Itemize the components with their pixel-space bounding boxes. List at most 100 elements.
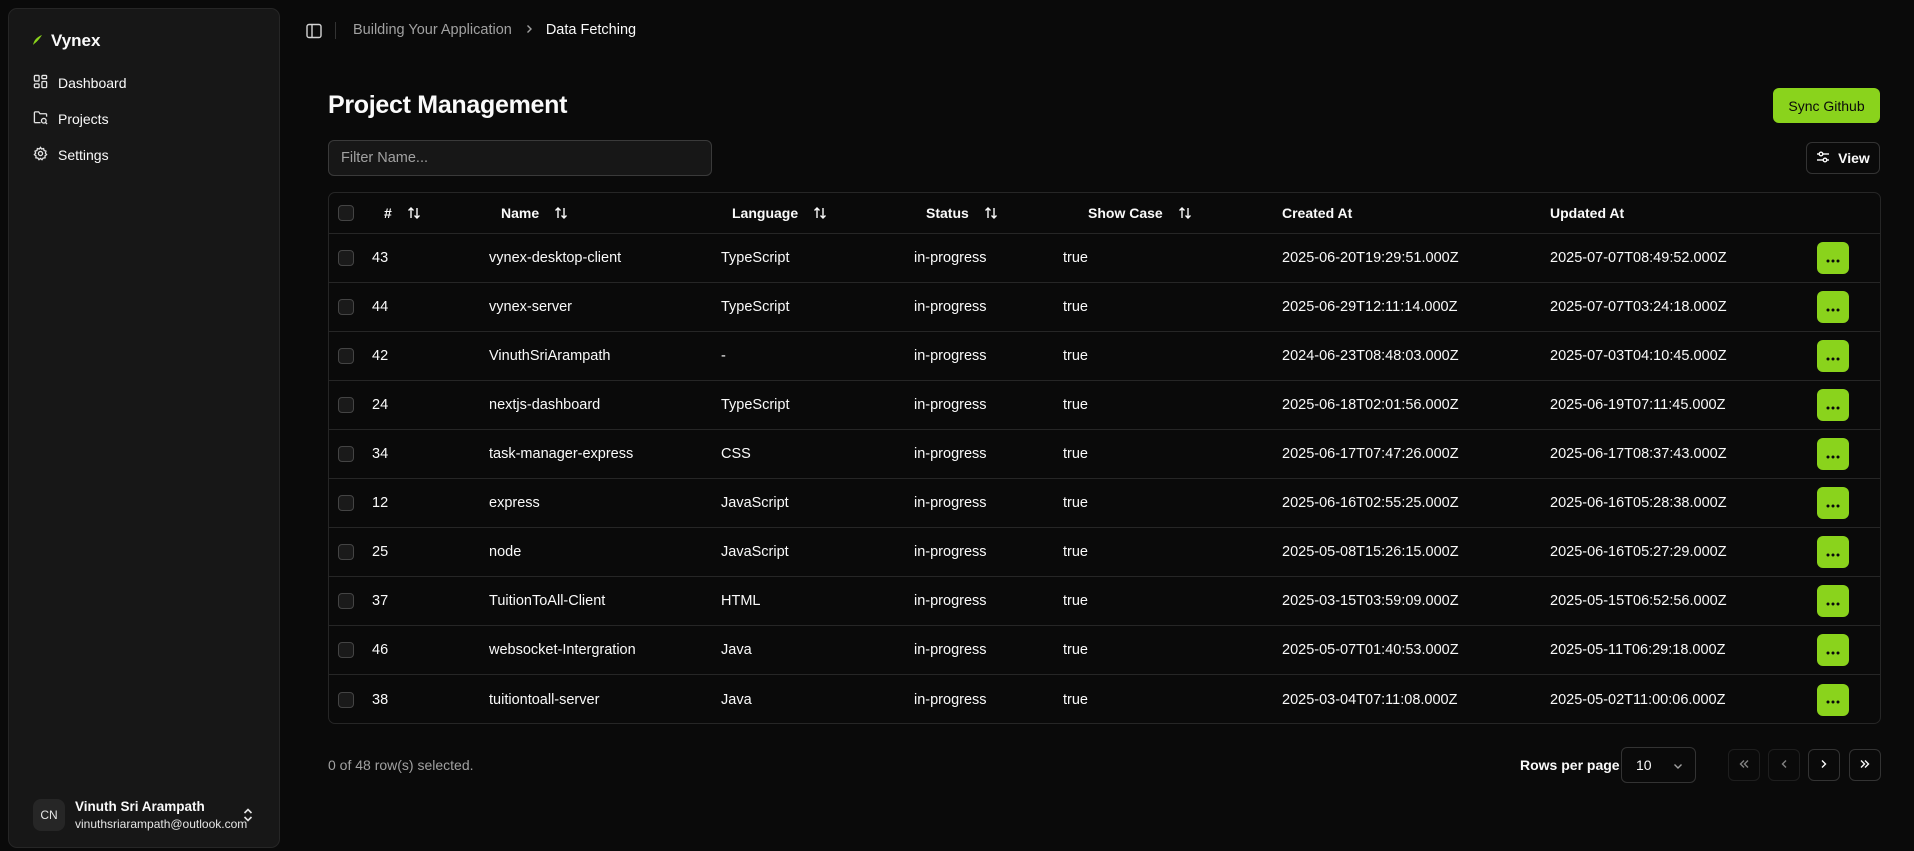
cell-updated-at: 2025-06-17T08:37:43.000Z [1550,446,1727,462]
breadcrumb-current: Data Fetching [545,22,637,38]
column-header-number: # [384,193,422,233]
chevron-right-icon [1818,757,1830,773]
cell-status: in-progress [914,544,987,560]
sort-arrows-icon[interactable] [983,205,999,221]
cell-updated-at: 2025-05-15T06:52:56.000Z [1550,593,1727,609]
table-row: 34 task-manager-express CSS in-progress true… [329,430,1880,479]
sidebar-item-projects[interactable]: Projects [23,103,267,135]
table-row: 24 nextjs-dashboard TypeScript in-progress t… [329,381,1880,430]
cell-show-case: true [1063,495,1088,511]
row-actions-button[interactable] [1817,683,1849,716]
row-checkbox[interactable] [338,642,354,658]
last-page-button[interactable] [1849,749,1881,781]
table-row: 43 vynex-desktop-client TypeScript in-progr… [329,234,1880,283]
chevron-left-icon [1778,757,1790,773]
row-actions-button[interactable] [1817,291,1849,323]
sidebar-toggle-icon[interactable] [305,22,323,40]
cell-number: 37 [372,593,389,609]
row-checkbox[interactable] [338,495,354,511]
sort-arrows-icon[interactable] [553,205,569,221]
row-actions-button[interactable] [1817,340,1849,372]
table-row: 42 VinuthSriArampath - in-progress true 2024-… [329,332,1880,381]
cell-updated-at: 2025-07-03T04:10:45.000Z [1550,348,1727,364]
more-horizontal-icon [1825,643,1841,658]
cell-created-at: 2025-05-08T15:26:15.000Z [1282,544,1459,560]
column-header-label: Created At [1282,205,1353,221]
sort-arrows-icon[interactable] [406,205,422,221]
more-horizontal-icon [1825,447,1841,462]
sidebar-item-dashboard[interactable]: Dashboard [23,67,267,99]
chevrons-right-icon [1859,757,1871,773]
filter-name-input[interactable] [328,140,712,176]
more-horizontal-icon [1825,349,1841,364]
table-header: # Name Language Status Show Case Created At Up… [329,193,1880,234]
column-header-label: Status [926,205,969,221]
previous-page-button[interactable] [1768,749,1800,781]
user-menu[interactable]: CN Vinuth Sri Arampath vinuthsriarampath… [23,793,267,837]
cell-updated-at: 2025-06-16T05:27:29.000Z [1550,544,1727,560]
sidebar-item-settings[interactable]: Settings [23,139,267,171]
table-row: 46 websocket-Intergration Java in-progress t… [329,626,1880,675]
column-header-language: Language [732,193,828,233]
cell-created-at: 2025-06-16T02:55:25.000Z [1282,495,1459,511]
more-horizontal-icon [1825,545,1841,560]
cell-number: 34 [372,446,389,462]
sidebar-item-label: Dashboard [58,75,127,91]
cell-updated-at: 2025-06-16T05:28:38.000Z [1550,495,1727,511]
row-actions-button[interactable] [1817,536,1849,568]
cell-language: Java [721,642,752,658]
sidebar-item-label: Projects [58,111,109,127]
brand[interactable]: Vynex [31,31,100,51]
row-checkbox[interactable] [338,446,354,462]
folder-icon [33,110,48,128]
more-horizontal-icon [1825,398,1841,413]
select-all-checkbox[interactable] [338,205,354,221]
cell-name: node [489,544,522,560]
row-actions-button[interactable] [1817,438,1849,470]
row-actions-button[interactable] [1817,389,1849,421]
breadcrumb-parent-link[interactable]: Building Your Application [353,22,512,38]
cell-language: - [721,348,726,364]
cell-name: express [489,495,540,511]
sync-github-button[interactable]: Sync Github [1773,88,1880,123]
sort-arrows-icon[interactable] [1177,205,1193,221]
cell-status: in-progress [914,691,987,708]
row-checkbox[interactable] [338,348,354,364]
cell-show-case: true [1063,446,1088,462]
sliders-icon [1816,150,1830,167]
chevron-right-icon [524,22,534,38]
row-checkbox[interactable] [338,593,354,609]
row-actions-button[interactable] [1817,242,1849,274]
row-checkbox[interactable] [338,397,354,413]
cell-show-case: true [1063,299,1088,315]
column-header-status: Status [926,193,999,233]
cell-show-case: true [1063,593,1088,609]
next-page-button[interactable] [1808,749,1840,781]
row-actions-button[interactable] [1817,487,1849,519]
row-checkbox[interactable] [338,250,354,266]
row-actions-button[interactable] [1817,634,1849,666]
rows-per-page-select[interactable]: 10 [1621,747,1696,783]
sidebar: Vynex Dashboard Projects Settings CN Vin… [8,8,280,848]
sort-arrows-icon[interactable] [812,205,828,221]
view-options-button[interactable]: View [1806,142,1880,174]
more-horizontal-icon [1825,692,1841,707]
row-checkbox[interactable] [338,299,354,315]
row-checkbox[interactable] [338,544,354,560]
avatar: CN [33,799,65,831]
cell-created-at: 2025-06-29T12:11:14.000Z [1282,299,1458,315]
selection-count: 0 of 48 row(s) selected. [328,757,474,773]
cell-name: vynex-server [489,299,572,315]
user-email: vinuthsriarampath@outlook.com [75,817,248,831]
user-name: Vinuth Sri Arampath [75,799,205,814]
cell-number: 24 [372,397,389,413]
first-page-button[interactable] [1728,749,1760,781]
row-actions-button[interactable] [1817,585,1849,617]
table-row: 12 express JavaScript in-progress true 2025-0… [329,479,1880,528]
cell-show-case: true [1063,544,1088,560]
projects-table: # Name Language Status Show Case Created At Up… [328,192,1881,724]
row-checkbox[interactable] [338,691,354,708]
breadcrumb: Building Your Application Data Fetching [353,22,636,38]
column-header-label: Language [732,205,799,221]
cell-created-at: 2025-05-07T01:40:53.000Z [1282,642,1459,658]
